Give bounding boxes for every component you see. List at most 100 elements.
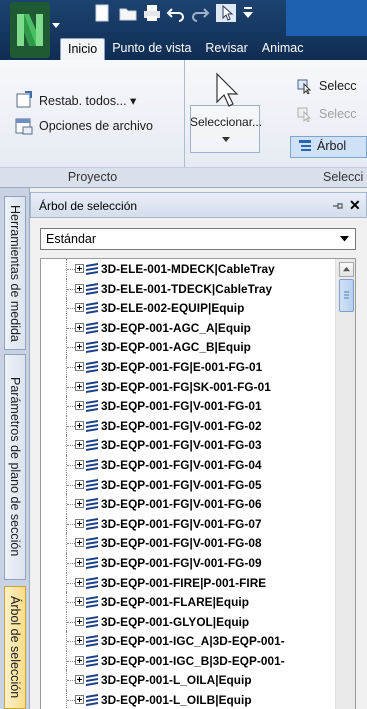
expand-plus-icon[interactable] [75,361,84,371]
expand-plus-icon[interactable] [75,264,84,273]
layer-stack-icon [86,341,98,354]
tree-row[interactable]: 3D-EQP-001-FG|V-001-FG-01 [41,396,333,416]
side-tab-section-plane[interactable]: Parámetros de plano de sección [4,354,26,580]
expand-plus-icon[interactable] [75,675,84,685]
select-same-icon [297,79,312,94]
file-options-label: Opciones de archivo [39,119,153,133]
expand-plus-icon[interactable] [75,499,84,509]
expand-plus-icon[interactable] [75,557,84,567]
expand-plus-icon[interactable] [75,616,84,626]
close-icon[interactable]: ✕ [349,198,363,212]
tree-row[interactable]: 3D-EQP-001-FG|V-001-FG-09 [41,552,333,573]
title-bar-right [286,0,367,36]
tree-row[interactable]: 3D-EQP-001-L_OILA|Equip [41,670,333,691]
side-tab-measure-tools[interactable]: Herramientas de medida [4,196,26,350]
tree-item-label: 3D-EQP-001-FG|V-001-FG-02 [101,418,262,433]
tab-revisar[interactable]: Revisar [198,38,254,60]
tab-inicio[interactable]: Inicio [60,38,106,60]
tree-connector [67,641,75,643]
tree-connector [67,660,75,662]
tree-item-label: 3D-EQP-001-FG|V-001-FG-09 [101,555,262,570]
tree-row[interactable]: 3D-EQP-001-FG|V-001-FG-02 [41,415,333,436]
open-folder-icon[interactable] [118,4,138,22]
file-options-button[interactable]: Opciones de archivo [14,117,153,135]
expand-plus-icon[interactable] [75,459,84,469]
ribbon-tabs: Inicio Punto de vista Revisar Animac [60,38,310,60]
tree-item-label: 3D-EQP-001-FG|V-001-FG-05 [101,477,262,492]
expand-plus-icon[interactable] [75,381,84,391]
tree-row[interactable]: 3D-EQP-001-AGC_B|Equip [41,337,333,357]
tree-row[interactable]: 3D-EQP-001-FG|V-001-FG-07 [41,513,333,534]
tree-row[interactable]: 3D-EQP-001-IGC_A|3D-EQP-001- [41,631,333,651]
tree-connector [67,504,75,506]
application-menu-button[interactable] [10,2,50,58]
tree-item-label: 3D-EQP-001-FG|E-001-FG-01 [101,359,263,374]
tree-row[interactable]: 3D-EQP-001-FG|V-001-FG-05 [41,474,333,495]
expand-plus-icon[interactable] [75,577,84,587]
expand-plus-icon[interactable] [75,695,84,705]
expand-plus-icon[interactable] [75,303,84,313]
expand-plus-icon[interactable] [75,283,84,293]
redo-icon[interactable] [190,4,210,22]
tree-row[interactable]: 3D-EQP-001-FG|SK-001-FG-01 [41,376,333,397]
tree-row[interactable]: 3D-EQP-001-L_OILB|Equip [41,690,333,709]
tree-row[interactable]: 3D-ELE-002-EQUIP|Equip [41,298,333,318]
expand-plus-icon[interactable] [75,342,84,352]
navisworks-logo-icon [17,14,43,46]
select-all-button[interactable]: Selecc [296,106,357,122]
tab-punto-de-vista[interactable]: Punto de vista [105,38,198,60]
tree-row[interactable]: 3D-EQP-001-FG|V-001-FG-04 [41,454,333,475]
tree-row[interactable]: 3D-EQP-001-GLYOL|Equip [41,611,333,632]
expand-plus-icon[interactable] [75,420,84,430]
undo-icon[interactable] [166,4,186,22]
print-icon[interactable] [142,4,162,22]
pin-icon[interactable] [331,199,345,213]
quick-access-dropdown-icon[interactable] [238,4,258,22]
grip-icon [344,291,349,299]
side-tab-measure-label: Herramientas de medida [8,204,22,342]
expand-plus-icon[interactable] [75,518,84,528]
tree-row[interactable]: 3D-EQP-001-AGC_A|Equip [41,317,333,338]
expand-plus-icon[interactable] [75,440,84,450]
tree-mode-select[interactable]: Estándar [40,228,356,250]
expand-plus-icon[interactable] [75,655,84,665]
layer-stack-icon [86,458,98,471]
tree-item-label: 3D-EQP-001-L_OILB|Equip [101,693,252,708]
expand-plus-icon[interactable] [75,322,84,332]
layer-stack-icon [86,517,98,530]
expand-plus-icon[interactable] [75,636,84,646]
tree-connector [67,562,75,564]
select-cursor-icon[interactable] [216,4,236,22]
expand-plus-icon[interactable] [75,597,84,607]
tree-row[interactable]: 3D-EQP-001-FG|V-001-FG-03 [41,435,333,455]
tree-connector [67,484,75,486]
tree-connector [67,347,75,349]
tree-connector [67,269,75,270]
select-same-button[interactable]: Selecc [296,78,357,94]
tree-row[interactable]: 3D-EQP-001-IGC_B|3D-EQP-001- [41,650,333,671]
expand-plus-icon[interactable] [75,479,84,489]
reset-all-button[interactable]: Restab. todos... ▾ [14,91,136,109]
scroll-up-icon[interactable] [339,262,354,277]
tree-row[interactable]: 3D-ELE-001-MDECK|CableTray [41,259,333,279]
selection-tree-ribbon-content: Árbol [298,139,346,153]
app-menu-caret-icon[interactable] [51,20,61,30]
tree-row[interactable]: 3D-ELE-001-TDECK|CableTray [41,278,333,299]
tab-animacion[interactable]: Animac [255,38,311,60]
scroll-thumb[interactable] [339,279,354,312]
tree-row[interactable]: 3D-EQP-001-FIRE|P-001-FIRE [41,572,333,593]
select-same-label: Selecc [319,79,357,93]
selection-tree-view[interactable]: 3D-ELE-001-MDECK|CableTray 3D-ELE-001-TDE… [40,258,356,709]
expand-plus-icon[interactable] [75,401,84,411]
tree-row[interactable]: 3D-EQP-001-FG|V-001-FG-08 [41,533,333,553]
tree-row[interactable]: 3D-EQP-001-FG|E-001-FG-01 [41,356,333,377]
tree-connector [67,327,75,329]
tree-row[interactable]: 3D-EQP-001-FLARE|Equip [41,592,333,612]
tree-row[interactable]: 3D-EQP-001-FG|V-001-FG-06 [41,494,333,514]
vertical-scrollbar[interactable] [335,259,355,709]
new-file-icon[interactable] [92,4,112,22]
expand-plus-icon[interactable] [75,538,84,548]
select-arrow-icon [216,72,239,107]
layer-stack-icon [86,537,98,550]
side-tab-selection-tree[interactable]: Árbol de selección [4,586,26,709]
